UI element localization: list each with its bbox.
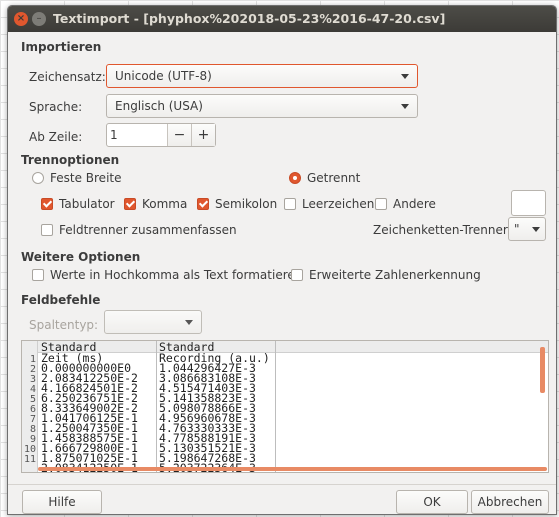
close-icon[interactable]: × <box>14 12 28 26</box>
other-label: Andere <box>393 197 436 211</box>
coltype-label: Spaltentyp: <box>29 318 99 332</box>
section-feldbefehle: Feldbefehle <box>21 293 101 307</box>
fixed-width-radio[interactable] <box>32 172 44 184</box>
tab-checkbox[interactable] <box>41 198 53 210</box>
minimize-icon[interactable]: – <box>32 12 46 26</box>
comma-checkbox[interactable] <box>124 198 136 210</box>
title-bar: × – Textimport - [phyphox%202018-05-23%2… <box>8 6 556 32</box>
chevron-down-icon <box>532 227 540 232</box>
window-title: Textimport - [phyphox%202018-05-23%2016-… <box>53 11 446 26</box>
charset-value: Unicode (UTF-8) <box>115 69 212 83</box>
charset-combo[interactable]: Unicode (UTF-8) <box>106 64 418 88</box>
other-separator-input[interactable] <box>511 190 546 216</box>
charset-label: Zeichensatz: <box>29 70 106 84</box>
textimport-dialog: × – Textimport - [phyphox%202018-05-23%2… <box>7 5 557 515</box>
detect-numbers-label: Erweiterte Zahlenerkennung <box>309 268 481 282</box>
fromrow-value: 1 <box>110 128 118 142</box>
space-label: Leerzeichen <box>302 197 375 211</box>
horizontal-scrollbar[interactable] <box>38 467 547 471</box>
help-button[interactable]: Hilfe <box>22 490 102 514</box>
preview-grid[interactable]: Standard Standard 1 Zeit (ms) Recording (a… <box>21 340 549 473</box>
other-checkbox[interactable] <box>375 198 387 210</box>
tab-label: Tabulator <box>59 197 115 211</box>
comma-label: Komma <box>142 197 188 211</box>
section-trennoptionen: Trennoptionen <box>21 153 120 167</box>
string-delimiter-value: " <box>514 222 520 236</box>
quoted-as-text-checkbox[interactable] <box>32 269 44 281</box>
button-separator <box>8 484 556 485</box>
row-number: 11 <box>23 454 36 465</box>
string-delimiter-combo[interactable]: " <box>508 217 546 241</box>
semicolon-checkbox[interactable] <box>197 198 209 210</box>
quoted-as-text-label: Werte in Hochkomma als Text formatieren <box>50 268 303 282</box>
chevron-down-icon <box>401 104 409 109</box>
fixed-width-label: Feste Breite <box>50 171 122 185</box>
separated-label: Getrennt <box>307 171 361 185</box>
separated-radio[interactable] <box>289 172 301 184</box>
language-value: Englisch (USA) <box>115 99 203 113</box>
chevron-down-icon <box>185 320 193 325</box>
cancel-button[interactable]: Abbrechen <box>471 490 549 514</box>
language-combo[interactable]: Englisch (USA) <box>106 94 418 118</box>
semicolon-label: Semikolon <box>215 197 278 211</box>
fromrow-label: Ab Zeile: <box>29 130 83 144</box>
language-label: Sprache: <box>29 100 83 114</box>
detect-numbers-checkbox[interactable] <box>291 269 303 281</box>
merge-delimiters-label: Feldtrenner zusammenfassen <box>59 223 237 237</box>
ok-button[interactable]: OK <box>396 490 468 514</box>
section-weitere-optionen: Weitere Optionen <box>21 250 141 264</box>
fromrow-stepper[interactable]: 1 − + <box>106 123 216 147</box>
vertical-scrollbar[interactable] <box>540 347 545 393</box>
column-separator <box>275 341 276 472</box>
increment-button[interactable]: + <box>191 124 215 146</box>
column-separator <box>156 341 157 472</box>
merge-delimiters-checkbox[interactable] <box>41 224 53 236</box>
coltype-combo[interactable] <box>104 310 202 334</box>
section-importieren: Importieren <box>21 40 102 54</box>
decrement-button[interactable]: − <box>167 124 191 146</box>
space-checkbox[interactable] <box>284 198 296 210</box>
chevron-down-icon <box>401 74 409 79</box>
string-delimiter-label: Zeichenketten-Trenner: <box>373 223 512 237</box>
